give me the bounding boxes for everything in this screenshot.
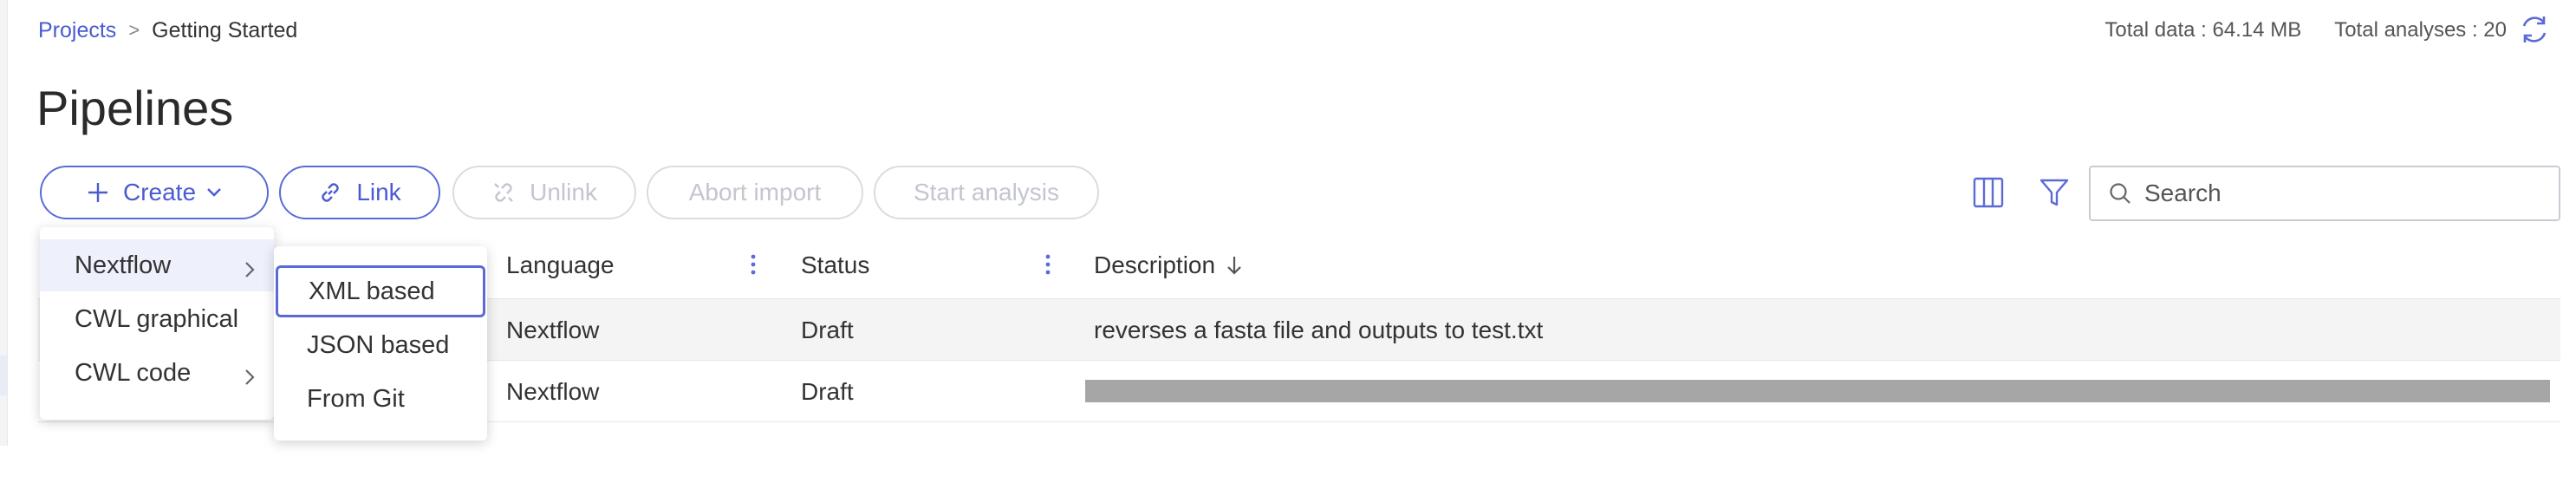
- unlink-button-label: Unlink: [530, 179, 597, 206]
- link-button[interactable]: Link: [279, 166, 440, 219]
- unlink-button[interactable]: Unlink: [452, 166, 636, 219]
- unlink-icon: [491, 180, 516, 205]
- total-analyses: Total analyses : 20: [2334, 18, 2507, 42]
- sidebar-active-mark: [0, 356, 7, 395]
- chevron-down-icon: [206, 187, 222, 198]
- search-input[interactable]: [2143, 179, 2545, 208]
- submenu-item-label: XML based: [309, 277, 435, 305]
- menu-item-label: CWL graphical: [75, 304, 239, 333]
- menu-item-label: CWL code: [75, 358, 192, 387]
- redacted-description: [1085, 380, 2550, 402]
- columns-icon[interactable]: [1968, 172, 2009, 213]
- plus-icon: [87, 181, 109, 204]
- column-label-language: Language: [506, 251, 615, 278]
- chevron-right-icon: [244, 364, 255, 393]
- cell-status: Draft: [801, 317, 854, 343]
- totals-summary: Total data : 64.14 MB Total analyses : 2…: [2072, 17, 2507, 43]
- refresh-icon[interactable]: [2517, 12, 2552, 47]
- submenu-item-label: From Git: [307, 384, 405, 413]
- column-header-description[interactable]: Description: [1094, 251, 1243, 279]
- chevron-right-icon: [244, 257, 255, 285]
- kebab-icon[interactable]: [1044, 251, 1052, 277]
- abort-import-button[interactable]: Abort import: [647, 166, 863, 219]
- submenu-item-label: JSON based: [307, 330, 450, 359]
- search-field[interactable]: [2089, 166, 2560, 221]
- filter-icon[interactable]: [2033, 172, 2075, 213]
- cell-status: Draft: [801, 378, 854, 405]
- cell-language: Nextflow: [506, 378, 600, 405]
- link-icon: [318, 180, 342, 205]
- abort-import-button-label: Abort import: [688, 179, 822, 206]
- create-button-label: Create: [122, 179, 197, 206]
- column-label-description: Description: [1094, 251, 1216, 278]
- kebab-icon[interactable]: [749, 251, 758, 277]
- breadcrumb-current: Getting Started: [152, 17, 298, 42]
- create-dropdown-menu: Nextflow CWL graphical CWL code: [40, 227, 274, 420]
- page-title: Pipelines: [36, 81, 234, 135]
- start-analysis-button-label: Start analysis: [913, 179, 1060, 206]
- menu-item-cwl-code[interactable]: CWL code: [40, 347, 274, 399]
- cell-language: Nextflow: [506, 317, 600, 343]
- link-button-label: Link: [356, 179, 401, 206]
- column-label-status: Status: [801, 251, 870, 278]
- breadcrumb: Projects > Getting Started: [38, 17, 297, 43]
- column-header-status[interactable]: Status: [801, 251, 869, 279]
- create-button[interactable]: Create: [40, 166, 269, 219]
- submenu-item-json-based[interactable]: JSON based: [274, 319, 487, 371]
- breadcrumb-separator-icon: >: [128, 19, 140, 41]
- menu-item-cwl-graphical[interactable]: CWL graphical: [40, 293, 274, 345]
- column-header-language[interactable]: Language: [506, 251, 615, 279]
- search-icon: [2108, 181, 2132, 206]
- menu-item-nextflow[interactable]: Nextflow: [40, 239, 274, 291]
- sort-arrow-icon: [1226, 255, 1243, 276]
- cell-description: reverses a fasta file and outputs to tes…: [1094, 317, 1544, 343]
- left-sidebar-strip: [0, 0, 8, 446]
- nextflow-submenu: XML based JSON based From Git: [274, 246, 487, 441]
- submenu-item-from-git[interactable]: From Git: [274, 373, 487, 425]
- menu-item-label: Nextflow: [75, 251, 172, 279]
- breadcrumb-projects-link[interactable]: Projects: [38, 18, 116, 43]
- total-data: Total data : 64.14 MB: [2104, 18, 2302, 42]
- submenu-item-xml-based[interactable]: XML based: [276, 265, 485, 317]
- start-analysis-button[interactable]: Start analysis: [874, 166, 1099, 219]
